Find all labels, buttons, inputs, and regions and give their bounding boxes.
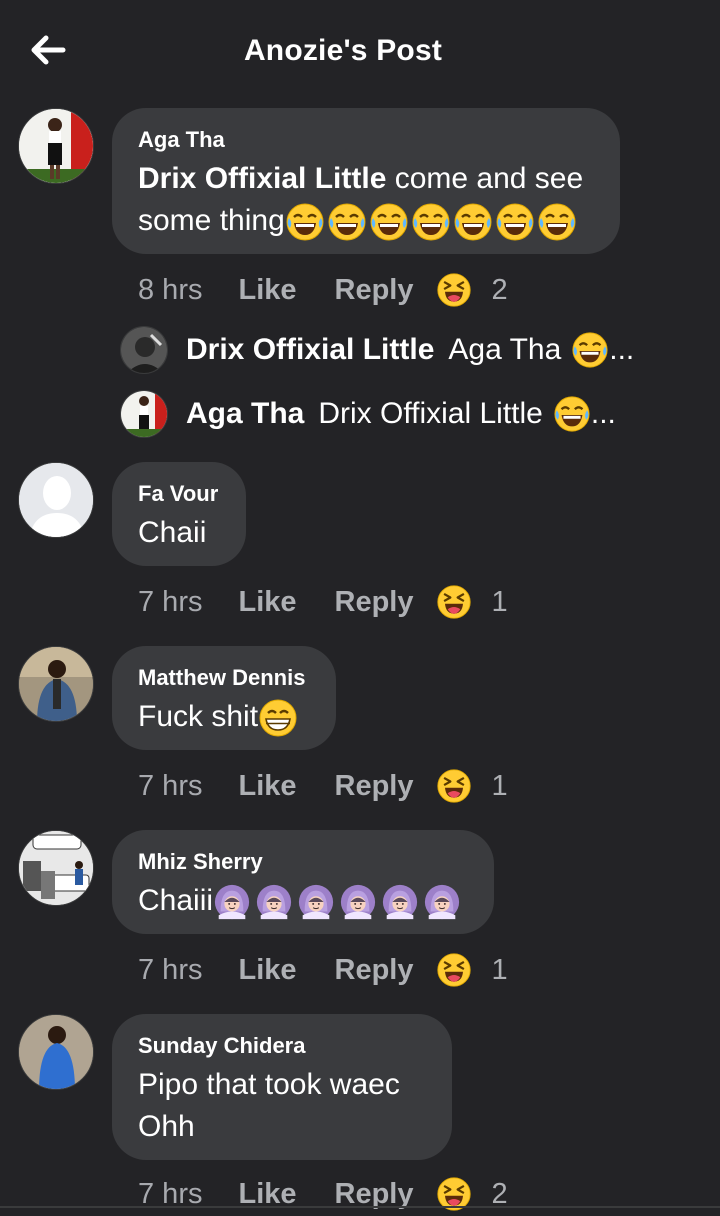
haha-reaction-icon (436, 272, 472, 308)
tears-of-joy-icon (553, 395, 591, 433)
reaction-count: 1 (491, 769, 508, 802)
avatar-photo (121, 391, 167, 437)
grinning-emoji-icon (258, 698, 298, 738)
timestamp: 7 hrs (138, 769, 203, 802)
reply-preview[interactable]: Drix Offixial Little Aga Tha ... (120, 326, 634, 374)
tears-of-joy-icon (411, 202, 451, 242)
avatar-photo (121, 327, 167, 373)
reply-button[interactable]: Reply (335, 770, 414, 803)
comment-author[interactable]: Sunday Chidera (138, 1032, 426, 1060)
comment-bubble[interactable]: Sunday Chidera Pipo that took waec Ohh (112, 1014, 452, 1160)
reply-preview[interactable]: Aga Tha Drix Offixial Little ... (120, 390, 616, 438)
person-ok-gesture-icon (213, 883, 251, 921)
haha-reaction-icon (436, 584, 472, 620)
like-button[interactable]: Like (238, 586, 296, 619)
reply-author[interactable]: Drix Offixial Little (186, 333, 434, 367)
comment-text: Chaii (138, 516, 207, 549)
comment-author[interactable]: Matthew Dennis (138, 664, 310, 692)
avatar[interactable] (18, 830, 94, 906)
comment-text: Fuck shit (138, 696, 310, 738)
avatar[interactable] (18, 108, 94, 184)
tears-of-joy-icon (495, 202, 535, 242)
comment-author[interactable]: Aga Tha (138, 126, 594, 154)
avatar-photo (19, 647, 93, 721)
person-ok-gesture-icon (423, 883, 461, 921)
comment-bubble[interactable]: Matthew Dennis Fuck shit (112, 646, 336, 750)
comment-actions: 7 hrs Like Reply 1 (138, 768, 508, 804)
page-title: Anozie's Post (243, 34, 443, 67)
comment-text: Pipo that took waec Ohh (138, 1064, 426, 1148)
comment-actions: 7 hrs Like Reply 1 (138, 952, 508, 988)
comment-actions: 8 hrs Like Reply 2 (138, 272, 508, 308)
tears-of-joy-icon (369, 202, 409, 242)
comment-body: Chaiii (138, 884, 214, 917)
reply-button[interactable]: Reply (335, 586, 414, 619)
tears-of-joy-icon (327, 202, 367, 242)
default-avatar-icon (19, 463, 93, 537)
reply-text: Aga Tha (448, 333, 562, 366)
comment-bubble[interactable]: Fa Vour Chaii (112, 462, 246, 566)
reaction-summary[interactable]: 1 (436, 952, 508, 988)
comment-bubble[interactable]: Mhiz Sherry Chaiii (112, 830, 494, 934)
reply-author[interactable]: Aga Tha (186, 397, 304, 431)
avatar-photo (19, 109, 93, 183)
reaction-summary[interactable]: 1 (436, 584, 508, 620)
comment-body: Fuck shit (138, 700, 259, 733)
tears-of-joy-icon (571, 331, 609, 369)
reply-button[interactable]: Reply (335, 954, 414, 987)
reply-ellipsis: ... (590, 397, 616, 430)
avatar-photo (19, 1015, 93, 1089)
reply-ellipsis: ... (609, 333, 635, 366)
person-ok-gesture-icon (255, 883, 293, 921)
timestamp: 7 hrs (138, 953, 203, 986)
person-ok-gesture-icon (381, 883, 419, 921)
timestamp: 8 hrs (138, 273, 203, 306)
reply-text: Drix Offixial Little (318, 397, 543, 430)
reaction-summary[interactable]: 2 (436, 272, 508, 308)
comment-line: Ohh (138, 1110, 195, 1143)
timestamp: 7 hrs (138, 585, 203, 618)
haha-reaction-icon (436, 952, 472, 988)
like-button[interactable]: Like (238, 770, 296, 803)
avatar[interactable] (18, 1014, 94, 1090)
top-bar: Anozie's Post (0, 0, 720, 100)
haha-reaction-icon (436, 768, 472, 804)
reply-button[interactable]: Reply (335, 274, 414, 307)
comment-actions: 7 hrs Like Reply 1 (138, 584, 508, 620)
avatar (120, 326, 168, 374)
avatar[interactable] (18, 462, 94, 538)
reaction-count: 1 (491, 585, 508, 618)
reaction-count: 2 (491, 273, 508, 306)
mention-link[interactable]: Drix Offixial Little (138, 162, 386, 195)
comment-author[interactable]: Mhiz Sherry (138, 848, 468, 876)
reaction-count: 1 (491, 953, 508, 986)
tears-of-joy-icon (453, 202, 493, 242)
like-button[interactable]: Like (238, 954, 296, 987)
comment-text: Drix Offixial Little come and see some t… (138, 158, 594, 242)
avatar[interactable] (18, 646, 94, 722)
reaction-summary[interactable]: 1 (436, 768, 508, 804)
comment-bubble[interactable]: Aga Tha Drix Offixial Little come and se… (112, 108, 620, 254)
comment-author[interactable]: Fa Vour (138, 480, 220, 508)
person-ok-gesture-icon (339, 883, 377, 921)
tears-of-joy-emoji-group (285, 204, 577, 237)
like-button[interactable]: Like (238, 274, 296, 307)
person-ok-gesture-icon (297, 883, 335, 921)
divider (0, 1206, 720, 1208)
comment-text: Chaiii (138, 880, 468, 922)
tears-of-joy-icon (537, 202, 577, 242)
comment-line: Pipo that took waec (138, 1068, 400, 1101)
avatar-photo (19, 831, 93, 905)
tears-of-joy-icon (285, 202, 325, 242)
avatar (120, 390, 168, 438)
